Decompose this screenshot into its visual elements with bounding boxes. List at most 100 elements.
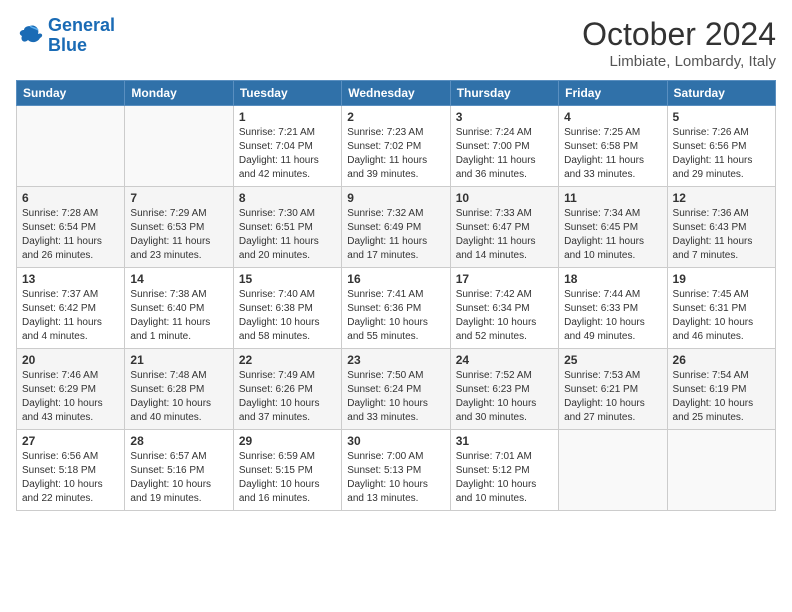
day-info: Sunrise: 7:44 AM Sunset: 6:33 PM Dayligh… — [564, 288, 661, 344]
calendar-cell: 10 Sunrise: 7:33 AM Sunset: 6:47 PM Dayli… — [450, 187, 558, 268]
day-number: 5 — [673, 110, 770, 124]
logo: General Blue — [16, 16, 115, 56]
day-info: Sunrise: 7:38 AM Sunset: 6:40 PM Dayligh… — [130, 288, 227, 344]
day-info: Sunrise: 7:48 AM Sunset: 6:28 PM Dayligh… — [130, 369, 227, 425]
day-number: 18 — [564, 272, 661, 286]
day-info: Sunrise: 7:41 AM Sunset: 6:36 PM Dayligh… — [347, 288, 444, 344]
day-info: Sunrise: 7:32 AM Sunset: 6:49 PM Dayligh… — [347, 207, 444, 263]
calendar-cell: 22 Sunrise: 7:49 AM Sunset: 6:26 PM Dayli… — [233, 349, 341, 430]
day-info: Sunrise: 6:59 AM Sunset: 5:15 PM Dayligh… — [239, 450, 336, 506]
calendar-cell: 14 Sunrise: 7:38 AM Sunset: 6:40 PM Dayli… — [125, 268, 233, 349]
day-info: Sunrise: 7:46 AM Sunset: 6:29 PM Dayligh… — [22, 369, 119, 425]
day-info: Sunrise: 7:53 AM Sunset: 6:21 PM Dayligh… — [564, 369, 661, 425]
day-info: Sunrise: 7:42 AM Sunset: 6:34 PM Dayligh… — [456, 288, 553, 344]
day-number: 11 — [564, 191, 661, 205]
calendar-cell: 5 Sunrise: 7:26 AM Sunset: 6:56 PM Daylig… — [667, 106, 775, 187]
calendar-cell: 28Sunrise: 6:57 AM Sunset: 5:16 PM Dayli… — [125, 430, 233, 511]
day-info: Sunrise: 7:28 AM Sunset: 6:54 PM Dayligh… — [22, 207, 119, 263]
calendar-cell: 9 Sunrise: 7:32 AM Sunset: 6:49 PM Daylig… — [342, 187, 450, 268]
day-number: 23 — [347, 353, 444, 367]
calendar-cell: 21 Sunrise: 7:48 AM Sunset: 6:28 PM Dayli… — [125, 349, 233, 430]
day-info: Sunrise: 7:40 AM Sunset: 6:38 PM Dayligh… — [239, 288, 336, 344]
day-info: Sunrise: 7:26 AM Sunset: 6:56 PM Dayligh… — [673, 126, 770, 182]
day-info: Sunrise: 7:21 AM Sunset: 7:04 PM Dayligh… — [239, 126, 336, 182]
calendar-week-row: 13Sunrise: 7:37 AM Sunset: 6:42 PM Dayli… — [17, 268, 776, 349]
day-info: Sunrise: 7:25 AM Sunset: 6:58 PM Dayligh… — [564, 126, 661, 182]
calendar-cell: 20Sunrise: 7:46 AM Sunset: 6:29 PM Dayli… — [17, 349, 125, 430]
day-info: Sunrise: 6:57 AM Sunset: 5:16 PM Dayligh… — [130, 450, 227, 506]
logo-text: General Blue — [48, 16, 115, 56]
day-number: 25 — [564, 353, 661, 367]
day-info: Sunrise: 7:33 AM Sunset: 6:47 PM Dayligh… — [456, 207, 553, 263]
location: Limbiate, Lombardy, Italy — [582, 53, 776, 70]
calendar-week-row: 6 Sunrise: 7:28 AM Sunset: 6:54 PM Daylig… — [17, 187, 776, 268]
day-info: Sunrise: 7:30 AM Sunset: 6:51 PM Dayligh… — [239, 207, 336, 263]
day-number: 14 — [130, 272, 227, 286]
calendar-cell — [667, 430, 775, 511]
day-info: Sunrise: 7:00 AM Sunset: 5:13 PM Dayligh… — [347, 450, 444, 506]
title-area: October 2024 Limbiate, Lombardy, Italy — [582, 16, 776, 70]
calendar-cell: 29 Sunrise: 6:59 AM Sunset: 5:15 PM Dayli… — [233, 430, 341, 511]
day-info: Sunrise: 7:49 AM Sunset: 6:26 PM Dayligh… — [239, 369, 336, 425]
day-number: 9 — [347, 191, 444, 205]
day-number: 24 — [456, 353, 553, 367]
calendar-cell: 25 Sunrise: 7:53 AM Sunset: 6:21 PM Dayli… — [559, 349, 667, 430]
day-number: 12 — [673, 191, 770, 205]
calendar-cell — [559, 430, 667, 511]
weekday-header-thursday: Thursday — [450, 81, 558, 106]
day-info: Sunrise: 7:01 AM Sunset: 5:12 PM Dayligh… — [456, 450, 553, 506]
day-number: 31 — [456, 434, 553, 448]
day-info: Sunrise: 7:34 AM Sunset: 6:45 PM Dayligh… — [564, 207, 661, 263]
calendar-cell: 1 Sunrise: 7:21 AM Sunset: 7:04 PM Daylig… — [233, 106, 341, 187]
calendar-cell: 8 Sunrise: 7:30 AM Sunset: 6:51 PM Daylig… — [233, 187, 341, 268]
calendar-cell: 7Sunrise: 7:29 AM Sunset: 6:53 PM Daylig… — [125, 187, 233, 268]
day-number: 4 — [564, 110, 661, 124]
month-title: October 2024 — [582, 16, 776, 53]
calendar-cell: 3 Sunrise: 7:24 AM Sunset: 7:00 PM Daylig… — [450, 106, 558, 187]
day-number: 22 — [239, 353, 336, 367]
day-number: 10 — [456, 191, 553, 205]
day-info: Sunrise: 7:24 AM Sunset: 7:00 PM Dayligh… — [456, 126, 553, 182]
calendar-cell: 15 Sunrise: 7:40 AM Sunset: 6:38 PM Dayli… — [233, 268, 341, 349]
weekday-header-saturday: Saturday — [667, 81, 775, 106]
day-number: 29 — [239, 434, 336, 448]
calendar-cell: 16Sunrise: 7:41 AM Sunset: 6:36 PM Dayli… — [342, 268, 450, 349]
logo-icon — [16, 22, 44, 50]
day-number: 1 — [239, 110, 336, 124]
day-info: Sunrise: 7:50 AM Sunset: 6:24 PM Dayligh… — [347, 369, 444, 425]
weekday-header-sunday: Sunday — [17, 81, 125, 106]
calendar-week-row: 27Sunrise: 6:56 AM Sunset: 5:18 PM Dayli… — [17, 430, 776, 511]
calendar-cell: 4 Sunrise: 7:25 AM Sunset: 6:58 PM Daylig… — [559, 106, 667, 187]
calendar-week-row: 1 Sunrise: 7:21 AM Sunset: 7:04 PM Daylig… — [17, 106, 776, 187]
day-number: 8 — [239, 191, 336, 205]
calendar-cell — [17, 106, 125, 187]
day-number: 26 — [673, 353, 770, 367]
day-number: 30 — [347, 434, 444, 448]
weekday-header-wednesday: Wednesday — [342, 81, 450, 106]
calendar-cell: 31 Sunrise: 7:01 AM Sunset: 5:12 PM Dayli… — [450, 430, 558, 511]
calendar-cell: 27Sunrise: 6:56 AM Sunset: 5:18 PM Dayli… — [17, 430, 125, 511]
calendar-cell: 23 Sunrise: 7:50 AM Sunset: 6:24 PM Dayli… — [342, 349, 450, 430]
day-number: 21 — [130, 353, 227, 367]
calendar-cell: 30 Sunrise: 7:00 AM Sunset: 5:13 PM Dayli… — [342, 430, 450, 511]
calendar-cell: 19 Sunrise: 7:45 AM Sunset: 6:31 PM Dayli… — [667, 268, 775, 349]
weekday-header-row: SundayMondayTuesdayWednesdayThursdayFrid… — [17, 81, 776, 106]
day-info: Sunrise: 7:29 AM Sunset: 6:53 PM Dayligh… — [130, 207, 227, 263]
day-number: 3 — [456, 110, 553, 124]
calendar-cell: 11 Sunrise: 7:34 AM Sunset: 6:45 PM Dayli… — [559, 187, 667, 268]
calendar-cell: 2Sunrise: 7:23 AM Sunset: 7:02 PM Daylig… — [342, 106, 450, 187]
calendar-cell — [125, 106, 233, 187]
day-number: 15 — [239, 272, 336, 286]
page-header: General Blue October 2024 Limbiate, Lomb… — [16, 16, 776, 70]
day-info: Sunrise: 7:54 AM Sunset: 6:19 PM Dayligh… — [673, 369, 770, 425]
day-number: 2 — [347, 110, 444, 124]
day-number: 19 — [673, 272, 770, 286]
calendar-cell: 12Sunrise: 7:36 AM Sunset: 6:43 PM Dayli… — [667, 187, 775, 268]
calendar-cell: 24Sunrise: 7:52 AM Sunset: 6:23 PM Dayli… — [450, 349, 558, 430]
day-info: Sunrise: 7:37 AM Sunset: 6:42 PM Dayligh… — [22, 288, 119, 344]
day-number: 6 — [22, 191, 119, 205]
day-info: Sunrise: 7:45 AM Sunset: 6:31 PM Dayligh… — [673, 288, 770, 344]
weekday-header-friday: Friday — [559, 81, 667, 106]
day-number: 17 — [456, 272, 553, 286]
calendar-cell: 18 Sunrise: 7:44 AM Sunset: 6:33 PM Dayli… — [559, 268, 667, 349]
